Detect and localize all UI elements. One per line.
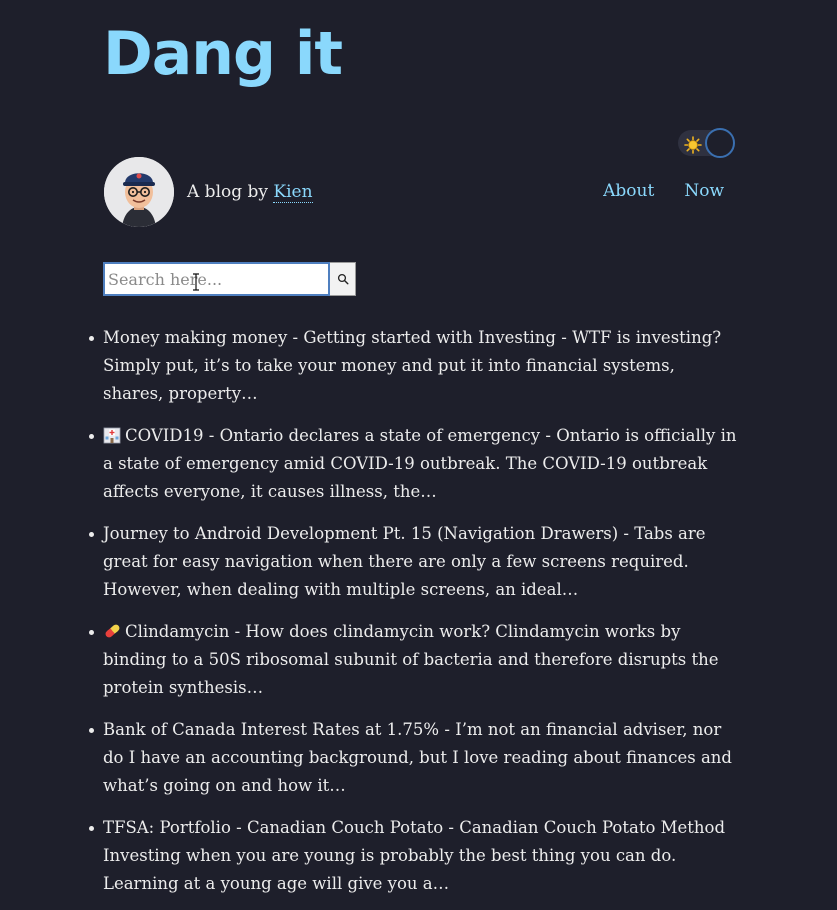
post-item[interactable]: TFSA: Portfolio - Canadian Couch Potato … bbox=[89, 814, 738, 898]
site-title[interactable]: Dang it bbox=[103, 14, 343, 94]
search-input[interactable] bbox=[103, 262, 330, 296]
search-button[interactable] bbox=[330, 262, 356, 296]
post-title[interactable]: COVID19 - Ontario declares a state of em… bbox=[125, 426, 540, 445]
author-link[interactable]: Kien bbox=[273, 182, 313, 203]
text-cursor-icon bbox=[193, 273, 199, 291]
post-item[interactable]: Clindamycin - How does clindamycin work?… bbox=[89, 618, 738, 702]
post-title[interactable]: Money making money - Getting started wit… bbox=[103, 328, 556, 347]
author-block: A blog by Kien bbox=[104, 157, 313, 227]
search-form bbox=[103, 262, 356, 296]
nav-about-link[interactable]: About bbox=[603, 181, 654, 201]
post-title[interactable]: Bank of Canada Interest Rates at 1.75% bbox=[103, 720, 439, 739]
pill-icon bbox=[105, 624, 120, 638]
post-title[interactable]: TFSA: Portfolio - Canadian Couch Potato bbox=[103, 818, 443, 837]
post-item[interactable]: COVID19 - Ontario declares a state of em… bbox=[89, 422, 738, 506]
avatar bbox=[104, 157, 174, 227]
main-nav: About Now bbox=[603, 181, 724, 201]
hospital-icon bbox=[103, 427, 121, 444]
post-item[interactable]: Journey to Android Development Pt. 15 (N… bbox=[89, 520, 738, 604]
search-icon bbox=[337, 273, 349, 285]
post-list: Money making money - Getting started wit… bbox=[89, 324, 738, 910]
post-item[interactable]: Money making money - Getting started wit… bbox=[89, 324, 738, 408]
nav-now-link[interactable]: Now bbox=[684, 181, 724, 201]
toggle-knob[interactable] bbox=[705, 128, 735, 158]
theme-toggle[interactable] bbox=[678, 128, 736, 158]
post-title[interactable]: Clindamycin bbox=[125, 622, 229, 641]
post-item[interactable]: Bank of Canada Interest Rates at 1.75% -… bbox=[89, 716, 738, 800]
byline-prefix: A blog by bbox=[187, 182, 269, 202]
byline: A blog by Kien bbox=[187, 182, 313, 203]
post-title[interactable]: Journey to Android Development Pt. 15 (N… bbox=[103, 524, 618, 543]
sun-icon bbox=[684, 136, 702, 154]
